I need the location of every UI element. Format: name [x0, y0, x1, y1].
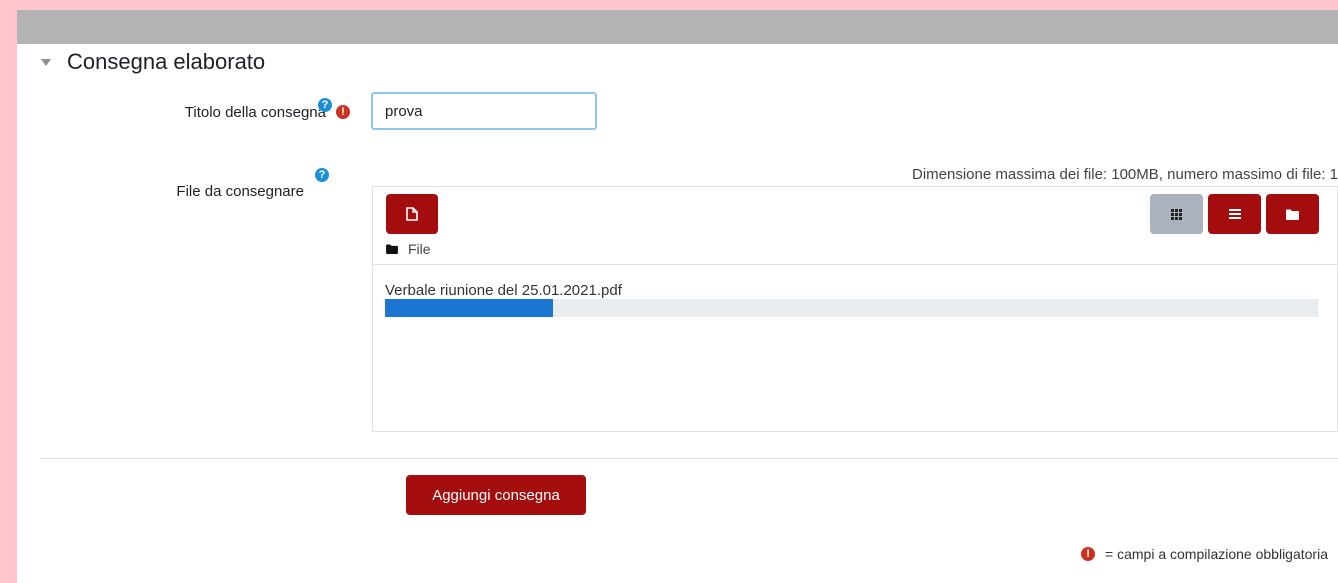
file-picker[interactable]: File Verbale riunione del 25.01.2021.pdf	[372, 186, 1338, 432]
legend-text: = campi a compilazione obbligatoria	[1105, 546, 1328, 562]
question-circle-icon[interactable]: ?	[318, 98, 332, 112]
form-page: Consegna elaborato Titolo della consegna…	[17, 10, 1338, 583]
question-circle-icon[interactable]: ?	[315, 168, 329, 182]
form-divider	[40, 458, 1338, 459]
grid-view-button[interactable]	[1150, 194, 1203, 234]
file-icon	[406, 207, 418, 221]
grid-icon	[1171, 208, 1182, 220]
add-file-button[interactable]	[386, 194, 438, 234]
exclamation-circle-icon: !	[1081, 547, 1096, 561]
section-toggle[interactable]: Consegna elaborato	[41, 48, 265, 76]
list-view-button[interactable]	[1208, 194, 1261, 234]
folder-icon	[1286, 209, 1299, 220]
tree-view-button[interactable]	[1266, 194, 1319, 234]
add-submission-button[interactable]: Aggiungi consegna	[406, 475, 586, 515]
file-path[interactable]: File	[386, 241, 431, 257]
section-title: Consegna elaborato	[67, 49, 266, 74]
top-bar	[17, 10, 1338, 44]
upload-progress-bar	[385, 299, 1318, 317]
caret-down-icon	[41, 58, 51, 66]
title-input[interactable]	[371, 92, 597, 130]
title-label-text: Titolo della consegna	[184, 103, 326, 121]
files-label-text: File da consegnare	[176, 182, 304, 200]
path-label: File	[408, 241, 431, 257]
files-field-label: File da consegnare	[176, 181, 304, 201]
upload-filename: Verbale riunione del 25.01.2021.pdf	[385, 282, 622, 299]
required-legend: ! = campi a compilazione obbligatoria	[1081, 546, 1328, 562]
exclamation-circle-icon: !	[336, 105, 350, 119]
folder-icon	[386, 244, 398, 254]
upload-progress-fill	[385, 299, 553, 317]
file-picker-toolbar: File	[373, 187, 1337, 265]
list-icon	[1228, 209, 1241, 219]
file-limits-text: Dimensione massima dei file: 100MB, nume…	[912, 166, 1338, 183]
